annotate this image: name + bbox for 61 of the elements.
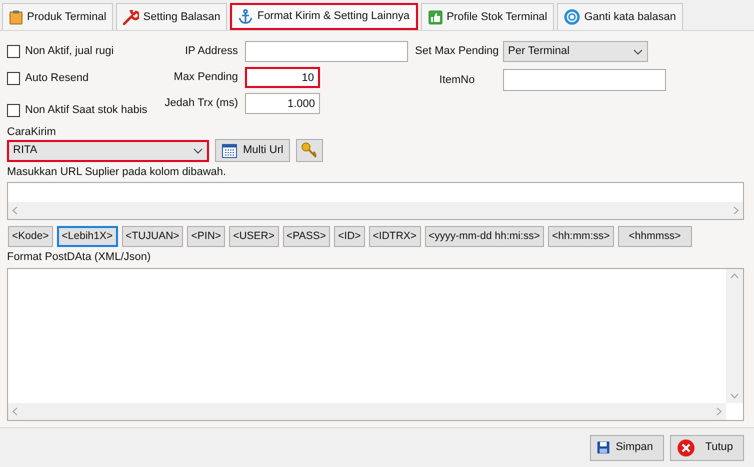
scroll-left-icon[interactable] (12, 206, 18, 215)
token-button[interactable]: <PIN> (187, 226, 226, 247)
field-label: Format PostDAta (XML/Json) (7, 250, 152, 264)
tab[interactable]: Setting Balasan (116, 3, 228, 30)
key-icon (301, 142, 318, 159)
tab[interactable]: Format Kirim & Setting Lainnya (230, 3, 418, 30)
scroll-up-icon[interactable] (730, 273, 739, 279)
multi-url-button[interactable]: Multi Url (215, 139, 290, 162)
horizontal-scrollbar[interactable] (8, 403, 726, 420)
hint-text: Masukkan URL Suplier pada kolom dibawah. (7, 165, 228, 179)
token-button[interactable]: <PASS> (282, 226, 330, 247)
scroll-left-icon[interactable] (12, 407, 18, 416)
field-label: CaraKirim (7, 125, 57, 139)
field-label: Max Pending (172, 70, 238, 86)
checkbox[interactable] (7, 72, 20, 84)
input-field[interactable] (503, 69, 666, 91)
field-label: IP Address (184, 44, 238, 60)
token-button[interactable]: <IDTRX> (368, 226, 421, 247)
token-button[interactable]: <Lebih1X> (56, 226, 118, 247)
ring-icon (564, 9, 580, 25)
field-label: Set Max Pending (415, 44, 499, 60)
chevron-down-icon (633, 48, 643, 54)
token-button[interactable]: <USER> (229, 226, 279, 247)
token-button[interactable]: <Kode> (8, 226, 53, 247)
field-label: Jedah Trx (ms) (164, 96, 238, 112)
scroll-right-icon[interactable] (733, 206, 739, 215)
field-label: ItemNo (438, 72, 476, 88)
tab[interactable]: Produk Terminal (2, 3, 114, 30)
clipboard-icon (9, 10, 23, 24)
horizontal-scrollbar[interactable] (8, 202, 743, 219)
scroll-down-icon[interactable] (730, 393, 739, 399)
checkbox-label: Non Aktif, jual rugi (25, 44, 114, 59)
input-field[interactable]: 1.000 (245, 93, 320, 114)
token-button[interactable]: <ID> (334, 226, 365, 247)
vertical-scrollbar[interactable] (726, 269, 743, 403)
checkbox[interactable] (7, 44, 20, 58)
calendar-icon (222, 144, 237, 158)
close-icon (677, 438, 695, 456)
key-button[interactable] (296, 139, 324, 162)
checkbox-label: Auto Resend (25, 70, 89, 86)
token-button[interactable]: <TUJUAN> (122, 226, 184, 247)
save-button[interactable]: Simpan (590, 434, 664, 460)
token-button[interactable]: <yyyy-mm-dd hh:mi:ss> (424, 226, 544, 247)
token-button[interactable]: <hhmmss> (618, 226, 692, 247)
tab[interactable]: Ganti kata balasan (557, 3, 683, 30)
url-text-area[interactable] (7, 182, 744, 220)
token-button[interactable]: <hh:mm:ss> (548, 226, 614, 247)
checkbox-label: Non Aktif Saat stok habis (25, 102, 148, 118)
dropdown[interactable]: Per Terminal (503, 41, 648, 62)
post-data-text-area[interactable] (7, 268, 744, 421)
scroll-right-icon[interactable] (716, 407, 722, 416)
wrench-icon (123, 10, 140, 24)
dropdown[interactable]: RITA (7, 140, 209, 162)
thumbs-up-icon (428, 10, 443, 24)
tab[interactable]: Profile Stok Terminal (420, 3, 554, 30)
checkbox[interactable] (7, 104, 20, 116)
chevron-down-icon (193, 148, 203, 154)
anchor-icon (238, 9, 254, 24)
input-field[interactable] (245, 41, 408, 62)
input-field[interactable]: 10 (245, 67, 320, 88)
close-button[interactable]: Tutup (670, 434, 744, 460)
